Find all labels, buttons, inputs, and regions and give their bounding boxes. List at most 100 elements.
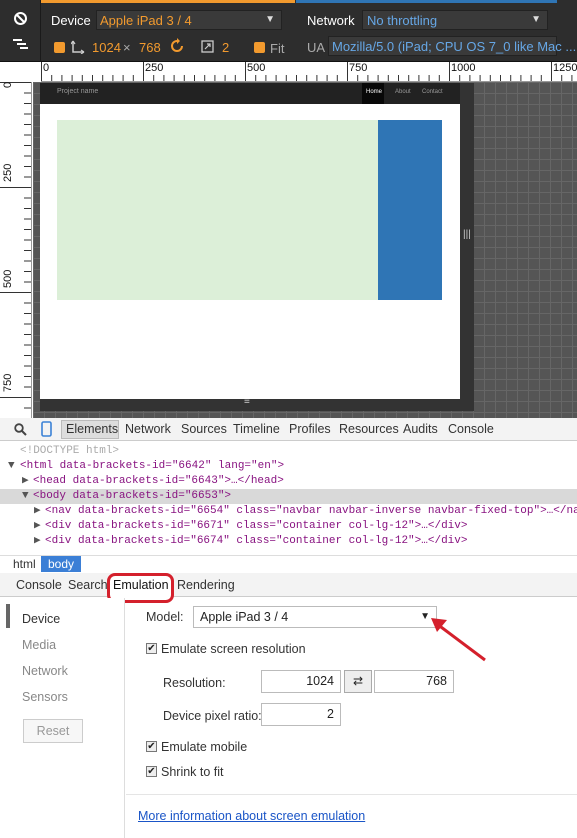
network-label: Network [307, 13, 355, 28]
swap-resolution-button[interactable]: ⇄ [344, 670, 372, 693]
height-value[interactable]: 768 [139, 40, 161, 55]
v-tick-label: 0 [2, 82, 14, 88]
v-tick-label: 500 [2, 269, 14, 288]
emulation-sidebar: Device Media Network Sensors Reset [0, 598, 125, 838]
expand-arrow-icon[interactable]: ▼ [8, 459, 15, 474]
tab-network[interactable]: Network [125, 422, 171, 436]
reset-button[interactable]: Reset [23, 719, 83, 743]
network-accent-bar [296, 0, 557, 3]
tab-console[interactable]: Console [448, 422, 494, 436]
device-mode-icon[interactable] [41, 421, 52, 437]
resize-arrows-icon [71, 40, 85, 54]
pixel-ratio-value[interactable]: 2 [222, 40, 229, 55]
dom-div-node[interactable]: <div data-brackets-id="6674" class="cont… [45, 534, 467, 549]
dom-div-node[interactable]: <div data-brackets-id="6671" class="cont… [45, 519, 467, 534]
drawer-tab-console[interactable]: Console [16, 578, 62, 592]
h-tick-label: 1250 [553, 62, 577, 74]
h-tick-label: 250 [145, 62, 164, 74]
device-frame-bottom[interactable]: ≡ [40, 396, 474, 411]
collapse-arrow-icon[interactable]: ▶ [34, 534, 41, 549]
chevron-down-icon: ▼ [531, 14, 541, 25]
model-select-value: Apple iPad 3 / 4 [200, 610, 289, 624]
device-viewport: Project name Home About Contact [40, 83, 460, 399]
swap-dimensions-icon[interactable] [169, 38, 185, 54]
preview-brand[interactable]: Project name [57, 88, 98, 95]
resize-handle-icon[interactable]: ||| [463, 230, 471, 240]
collapse-arrow-icon[interactable]: ▶ [34, 504, 41, 519]
tab-timeline[interactable]: Timeline [233, 422, 280, 436]
tab-sources[interactable]: Sources [181, 422, 227, 436]
chevron-down-icon: ▼ [265, 14, 275, 25]
collapse-arrow-icon[interactable]: ▶ [34, 519, 41, 534]
preview-nav-about[interactable]: About [395, 89, 411, 95]
search-icon[interactable] [14, 423, 27, 436]
resolution-width-input[interactable]: 1024 [261, 670, 341, 693]
preview-side-block [378, 120, 442, 300]
preview-nav-contact[interactable]: Contact [422, 89, 443, 95]
vertical-ruler: 0 250 500 750 [0, 82, 32, 420]
dom-tree: <!DOCTYPE html> ▼ <html data-brackets-id… [0, 442, 577, 555]
fit-checkbox[interactable] [254, 42, 265, 53]
pixel-ratio-icon [201, 40, 214, 53]
device-select[interactable]: Apple iPad 3 / 4 ▼ [96, 10, 282, 30]
model-select[interactable]: Apple iPad 3 / 4 ▼ [193, 606, 437, 628]
drawer-tab-search[interactable]: Search [68, 578, 108, 592]
preview-navbar: Project name Home About Contact [40, 83, 460, 104]
toolbar-left-column [0, 0, 41, 62]
dimensions-checkbox[interactable] [54, 42, 65, 53]
sidebar-active-indicator [6, 604, 10, 628]
drawer-tab-emulation[interactable]: Emulation [113, 578, 169, 592]
divider [126, 794, 577, 795]
emulate-mobile-label: Emulate mobile [161, 740, 248, 754]
emulate-resolution-label: Emulate screen resolution [161, 642, 306, 656]
drawer-tab-rendering[interactable]: Rendering [177, 578, 235, 592]
ua-input[interactable]: Mozilla/5.0 (iPad; CPU OS 7_0 like Mac .… [328, 36, 576, 56]
v-tick-label: 750 [2, 373, 14, 392]
sidebar-item-sensors[interactable]: Sensors [22, 690, 68, 704]
ruler-corner [0, 62, 41, 82]
fit-label: Fit [270, 41, 285, 56]
tab-elements[interactable]: Elements [66, 422, 118, 436]
shrink-to-fit-checkbox[interactable]: ✔ [146, 766, 157, 777]
device-frame-right[interactable]: ||| [460, 83, 474, 411]
devtools-tabbar: Elements Network Sources Timeline Profil… [0, 418, 577, 441]
sidebar-item-device[interactable]: Device [22, 612, 60, 626]
emulate-mobile-checkbox[interactable]: ✔ [146, 741, 157, 752]
resolution-height-input[interactable]: 768 [374, 670, 454, 693]
dom-html-node[interactable]: <html data-brackets-id="6642" lang="en"> [20, 459, 284, 474]
device-toggle-icon[interactable] [13, 37, 29, 51]
dom-head-node[interactable]: <head data-brackets-id="6643">…</head> [33, 474, 284, 489]
h-tick-label: 500 [247, 62, 266, 74]
breadcrumb-html[interactable]: html [13, 557, 36, 571]
device-select-value: Apple iPad 3 / 4 [100, 13, 192, 28]
red-arrow-annotation [431, 618, 486, 662]
device-label: Device [51, 13, 91, 28]
network-select-value: No throttling [367, 13, 438, 28]
tab-audits[interactable]: Audits [403, 422, 438, 436]
drawer-tabbar: Console Search Emulation Rendering [0, 573, 577, 603]
times-sign: × [123, 40, 131, 55]
more-info-link[interactable]: More information about screen emulation [138, 809, 365, 823]
breadcrumb-body[interactable]: body [48, 557, 74, 571]
dom-nav-node[interactable]: <nav data-brackets-id="6654" class="navb… [45, 504, 577, 519]
dom-body-node[interactable]: <body data-brackets-id="6653"> [33, 489, 231, 504]
resolution-label: Resolution: [163, 676, 226, 690]
preview-nav-home[interactable]: Home [366, 89, 382, 95]
h-tick-label: 0 [43, 62, 50, 74]
emulate-resolution-checkbox[interactable]: ✔ [146, 643, 157, 654]
tab-resources[interactable]: Resources [339, 422, 399, 436]
dom-doctype[interactable]: <!DOCTYPE html> [20, 444, 119, 459]
no-entry-icon[interactable] [13, 11, 28, 26]
sidebar-item-media[interactable]: Media [22, 638, 56, 652]
vertical-ruler-ticks [0, 82, 31, 419]
expand-arrow-icon[interactable]: ▼ [22, 489, 29, 504]
network-select[interactable]: No throttling ▼ [362, 10, 548, 30]
sidebar-item-network[interactable]: Network [22, 664, 68, 678]
dpr-input[interactable]: 2 [261, 703, 341, 726]
width-value[interactable]: 1024 [92, 40, 121, 55]
collapse-arrow-icon[interactable]: ▶ [22, 474, 29, 489]
horizontal-ruler-ticks [41, 62, 573, 81]
v-tick-label: 250 [2, 163, 14, 182]
tab-profiles[interactable]: Profiles [289, 422, 331, 436]
h-tick-label: 1000 [451, 62, 476, 74]
